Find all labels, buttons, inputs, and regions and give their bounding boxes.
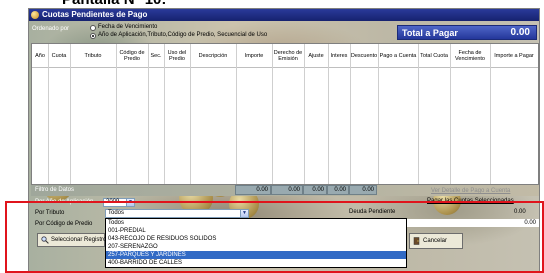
top-strip: Pantalla N° 10:: [0, 0, 544, 8]
grid-divider: [490, 44, 491, 184]
tributo-dropdown-list[interactable]: Todos 001-PREDIAL 043-RECOJO DE RESIDUOS…: [105, 218, 407, 268]
column-header-descuento[interactable]: Descuento: [350, 44, 378, 68]
cuotas-grid[interactable]: Año Cuota Tributo Código de Predio Sec. …: [31, 43, 539, 185]
grid-divider: [378, 44, 379, 184]
sum-ajuste: 0.00: [303, 185, 327, 195]
grid-header: Año Cuota Tributo Código de Predio Sec. …: [32, 44, 538, 68]
column-header-cuota[interactable]: Cuota: [48, 44, 70, 68]
filtro-datos-label: Filtro de Datos: [35, 187, 75, 193]
grid-divider: [350, 44, 351, 184]
order-by-label: Ordenado por: [32, 26, 70, 32]
page-heading-fragment: Pantalla N° 10:: [62, 0, 166, 8]
column-header-fecha-vencimiento[interactable]: Fecha de Vencimiento: [450, 44, 490, 68]
ver-detalle-link[interactable]: Ver Detalle de Pago a Cuenta: [431, 188, 510, 194]
app-icon: [31, 11, 39, 19]
grid-divider: [48, 44, 49, 184]
anio-aplicacion-value: 2009: [106, 199, 120, 205]
column-header-anio[interactable]: Año: [32, 44, 48, 68]
sum-importe: 0.00: [235, 185, 271, 195]
grid-divider: [418, 44, 419, 184]
sum-interes: 0.00: [327, 185, 349, 195]
column-header-pago-cuenta[interactable]: Pago a Cuenta: [378, 44, 418, 68]
chevron-down-icon[interactable]: ▼: [126, 199, 134, 206]
total-a-pagar-label: Total a Pagar: [402, 28, 458, 38]
window-title: Cuotas Pendientes de Pago: [42, 10, 148, 19]
column-header-importe[interactable]: Importe: [236, 44, 272, 68]
cancelar-label: Cancelar: [423, 238, 448, 244]
grid-divider: [304, 44, 305, 184]
total-a-pagar-panel: Total a Pagar 0.00: [397, 25, 537, 40]
total-a-pagar-value: 0.00: [510, 27, 530, 38]
grid-divider: [236, 44, 237, 184]
search-icon: [41, 236, 49, 244]
dropdown-item[interactable]: 207-SERENAZGO: [106, 243, 406, 251]
column-header-derecho-emision[interactable]: Derecho de Emisión: [272, 44, 304, 68]
radio-fecha-vencimiento[interactable]: [90, 25, 96, 31]
codigo-predio-label: Por Código de Predio: [35, 221, 93, 227]
grid-divider: [148, 44, 149, 184]
column-header-tributo[interactable]: Tributo: [70, 44, 116, 68]
grid-divider: [450, 44, 451, 184]
column-header-interes[interactable]: Interes: [328, 44, 350, 68]
cuotas-window: Cuotas Pendientes de Pago Ordenado por F…: [28, 8, 540, 272]
door-exit-icon: [413, 237, 421, 245]
radio-fecha-vencimiento-label[interactable]: Fecha de Vencimiento: [98, 24, 157, 30]
column-header-uso-predio[interactable]: Uso del Predio: [164, 44, 190, 68]
anio-aplicacion-select[interactable]: 2009 ▼: [103, 198, 135, 207]
column-header-codigo-predio[interactable]: Código de Predio: [116, 44, 148, 68]
anio-aplicacion-label: Por Año de Aplicación: [35, 199, 94, 205]
tributo-label: Por Tributo: [35, 210, 65, 216]
seleccionar-registros-label: Seleccionar Registros: [51, 237, 110, 243]
grid-divider: [272, 44, 273, 184]
deuda-pendiente-label: Deuda Pendiente: [349, 209, 396, 215]
total-value-2: 0.00: [524, 220, 536, 226]
dropdown-item[interactable]: 400-BARRIDO DE CALLES: [106, 259, 406, 267]
column-header-ajuste[interactable]: Ajuste: [304, 44, 328, 68]
dropdown-item-selected[interactable]: 257-PARQUES Y JARDINES: [106, 251, 406, 259]
dropdown-item[interactable]: 043-RECOJO DE RESIDUOS SOLIDOS: [106, 235, 406, 243]
title-bar: Cuotas Pendientes de Pago: [29, 9, 539, 21]
deuda-pendiente-value: 0.00: [514, 209, 526, 215]
tributo-value: Todos: [108, 210, 125, 216]
seleccionar-registros-button[interactable]: Seleccionar Registros: [37, 233, 109, 247]
tributo-select[interactable]: Todos ▼: [105, 209, 249, 218]
pagar-cuotas-link[interactable]: Pagar las Cuotas Seleccionadas: [427, 198, 514, 204]
dropdown-item[interactable]: 001-PREDIAL: [106, 227, 406, 235]
grid-divider: [190, 44, 191, 184]
column-header-total-cuota[interactable]: Total Cuota: [418, 44, 450, 68]
cancelar-button[interactable]: Cancelar: [409, 233, 463, 249]
column-header-importe-pagar[interactable]: Importe a Pagar: [490, 44, 538, 68]
radio-anio-aplicacion[interactable]: [90, 33, 96, 39]
grid-divider: [70, 44, 71, 184]
dropdown-item[interactable]: Todos: [106, 219, 406, 227]
sum-descuento: 0.00: [349, 185, 377, 195]
grid-divider: [328, 44, 329, 184]
sum-derecho-emision: 0.00: [271, 185, 303, 195]
grid-divider: [116, 44, 117, 184]
column-header-sec[interactable]: Sec.: [148, 44, 164, 68]
column-header-descripcion[interactable]: Descripción: [190, 44, 236, 68]
chevron-down-icon[interactable]: ▼: [240, 210, 248, 217]
grid-divider: [164, 44, 165, 184]
radio-anio-aplicacion-label[interactable]: Año de Aplicación,Tributo,Código de Pred…: [98, 32, 267, 38]
